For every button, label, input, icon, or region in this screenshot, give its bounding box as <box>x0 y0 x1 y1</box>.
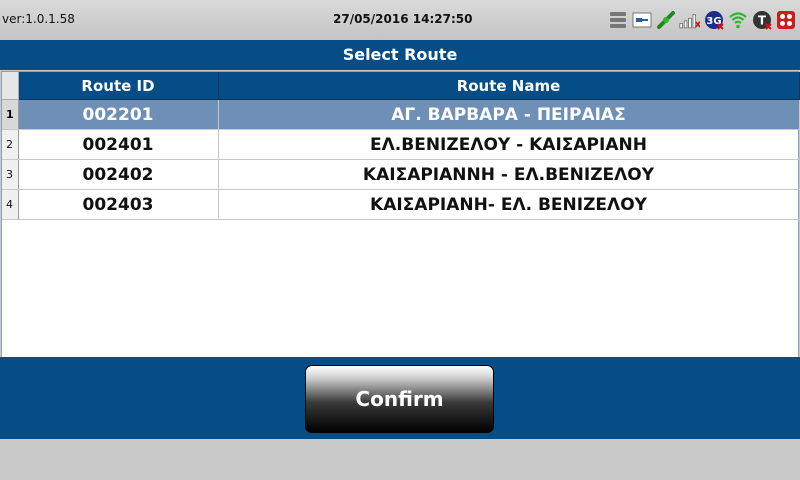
link-icon <box>655 10 676 31</box>
column-header-route-id[interactable]: Route ID <box>18 72 219 100</box>
page-title: Select Route <box>0 40 800 70</box>
row-index: 3 <box>2 159 19 190</box>
network-3g-icon: 3G <box>703 10 724 31</box>
footer-bar <box>0 439 800 480</box>
table-row[interactable]: 3 002402 ΚΑΙΣΑΡΙΑΝΝΗ - ΕΛ.ΒΕΝΙΖΕΛΟΥ <box>2 159 800 190</box>
row-index: 4 <box>2 189 19 220</box>
t-label: T <box>757 14 766 28</box>
wifi-icon <box>727 10 748 31</box>
column-header-route-name[interactable]: Route Name <box>218 72 800 100</box>
route-name-cell[interactable]: ΚΑΙΣΑΡΙΑΝΗ- ΕΛ. ΒΕΝΙΖΕΛΟΥ <box>218 189 800 220</box>
t-icon: T <box>751 10 772 31</box>
table-header: Route ID Route Name <box>2 72 800 100</box>
route-id-cell[interactable]: 002402 <box>18 159 219 190</box>
table-row[interactable]: 4 002403 ΚΑΙΣΑΡΙΑΝΗ- ΕΛ. ΒΕΝΙΖΕΛΟΥ <box>2 189 800 220</box>
datetime-label: 27/05/2016 14:27:50 <box>333 12 473 26</box>
route-id-cell[interactable]: 002403 <box>18 189 219 220</box>
route-name-cell[interactable]: ΚΑΙΣΑΡΙΑΝΝΗ - ΕΛ.ΒΕΝΙΖΕΛΟΥ <box>218 159 800 190</box>
version-label: ver:1.0.1.58 <box>2 12 75 26</box>
status-bar: ver:1.0.1.58 27/05/2016 14:27:50 3G T <box>0 0 800 40</box>
row-index: 1 <box>2 99 19 130</box>
signal-bars-icon <box>679 10 700 31</box>
card-reader-icon <box>631 10 652 31</box>
table-row[interactable]: 1 002201 ΑΓ. ΒΑΡΒΑΡΑ - ΠΕΙΡΑΙΑΣ <box>2 99 800 130</box>
route-table: Route ID Route Name 1 002201 ΑΓ. ΒΑΡΒΑΡΑ… <box>1 71 800 358</box>
route-name-cell[interactable]: ΑΓ. ΒΑΡΒΑΡΑ - ΠΕΙΡΑΙΑΣ <box>218 99 800 130</box>
action-panel: Confirm <box>0 357 800 439</box>
route-id-cell[interactable]: 002401 <box>18 129 219 160</box>
tool-icon <box>775 10 796 31</box>
status-icons: 3G T <box>607 8 796 32</box>
confirm-button[interactable]: Confirm <box>305 365 494 433</box>
storage-icon <box>607 10 628 31</box>
route-id-cell[interactable]: 002201 <box>18 99 219 130</box>
table-corner <box>2 72 19 100</box>
route-name-cell[interactable]: ΕΛ.ΒΕΝΙΖΕΛΟΥ - ΚΑΙΣΑΡΙΑΝΗ <box>218 129 800 160</box>
table-row[interactable]: 2 002401 ΕΛ.ΒΕΝΙΖΕΛΟΥ - ΚΑΙΣΑΡΙΑΝΗ <box>2 129 800 160</box>
row-index: 2 <box>2 129 19 160</box>
